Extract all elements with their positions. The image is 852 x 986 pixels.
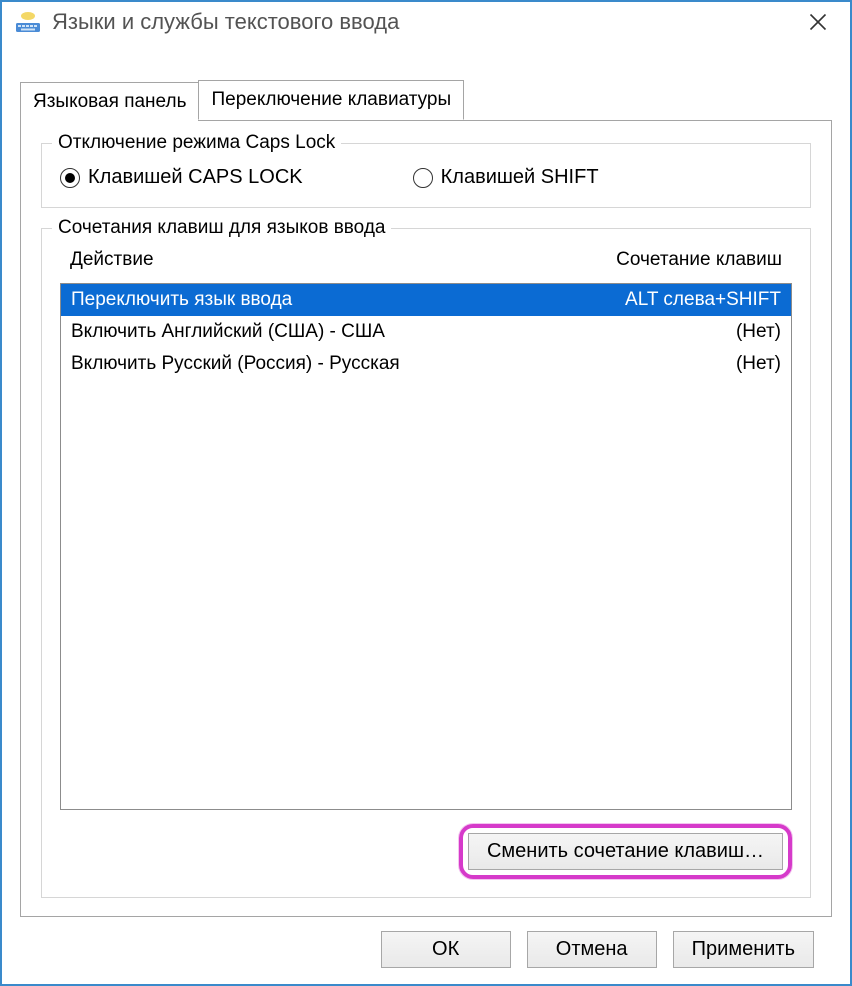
content-area: Языковая панель Переключение клавиатуры … — [2, 46, 850, 984]
button-label: Отмена — [556, 938, 628, 960]
titlebar: Языки и службы текстового ввода — [2, 2, 850, 46]
col-action-header: Действие — [70, 249, 532, 271]
tab-label: Языковая панель — [33, 91, 186, 112]
row-key: (Нет) — [531, 353, 781, 375]
cancel-button[interactable]: Отмена — [527, 931, 657, 968]
dialog-buttons: ОК Отмена Применить — [20, 917, 832, 968]
tab-keyboard-switching[interactable]: Переключение клавиатуры — [198, 80, 464, 120]
ok-button[interactable]: ОК — [381, 931, 511, 968]
radio-caps-lock-key[interactable]: Клавишей CAPS LOCK — [60, 166, 303, 189]
group-legend: Отключение режима Caps Lock — [52, 132, 341, 154]
change-hotkey-button[interactable]: Сменить сочетание клавиш… — [468, 833, 783, 870]
apply-button[interactable]: Применить — [673, 931, 814, 968]
group-legend: Сочетания клавиш для языков ввода — [52, 217, 391, 239]
window-title: Языки и службы текстового ввода — [52, 9, 399, 35]
caps-radio-row: Клавишей CAPS LOCK Клавишей SHIFT — [60, 166, 792, 189]
row-action: Включить Английский (США) - США — [71, 321, 531, 343]
app-icon — [14, 8, 42, 36]
radio-label: Клавишей SHIFT — [441, 166, 599, 189]
caps-lock-group: Отключение режима Caps Lock Клавишей CAP… — [41, 143, 811, 208]
tab-panel: Отключение режима Caps Lock Клавишей CAP… — [20, 120, 832, 917]
list-item[interactable]: Переключить язык ввода ALT слева+SHIFT — [61, 284, 791, 316]
radio-icon — [60, 168, 80, 188]
row-key: ALT слева+SHIFT — [531, 289, 781, 311]
radio-shift-key[interactable]: Клавишей SHIFT — [413, 166, 599, 189]
close-button[interactable] — [798, 8, 838, 36]
radio-label: Клавишей CAPS LOCK — [88, 166, 303, 189]
highlight-ring: Сменить сочетание клавиш… — [459, 824, 792, 879]
listview-body: Переключить язык ввода ALT слева+SHIFT В… — [61, 284, 791, 809]
row-action: Переключить язык ввода — [71, 289, 531, 311]
tab-label: Переключение клавиатуры — [211, 89, 451, 110]
change-button-wrap: Сменить сочетание клавиш… — [60, 824, 792, 879]
button-label: Сменить сочетание клавиш… — [487, 840, 764, 862]
button-label: Применить — [692, 938, 795, 960]
col-key-header: Сочетание клавиш — [532, 249, 782, 271]
row-action: Включить Русский (Россия) - Русская — [71, 353, 531, 375]
list-item[interactable]: Включить Английский (США) - США (Нет) — [61, 316, 791, 348]
listview-header: Действие Сочетание клавиш — [60, 243, 792, 277]
row-key: (Нет) — [531, 321, 781, 343]
tabs-row: Языковая панель Переключение клавиатуры — [20, 80, 832, 120]
hotkeys-group: Сочетания клавиш для языков ввода Действ… — [41, 228, 811, 898]
list-item[interactable]: Включить Русский (Россия) - Русская (Нет… — [61, 348, 791, 380]
tab-language-panel[interactable]: Языковая панель — [20, 82, 199, 121]
hotkeys-listview[interactable]: Переключить язык ввода ALT слева+SHIFT В… — [60, 283, 792, 810]
close-icon — [808, 12, 828, 32]
dialog-window: Языки и службы текстового ввода Языковая… — [0, 0, 852, 986]
button-label: ОК — [432, 938, 459, 960]
radio-icon — [413, 168, 433, 188]
